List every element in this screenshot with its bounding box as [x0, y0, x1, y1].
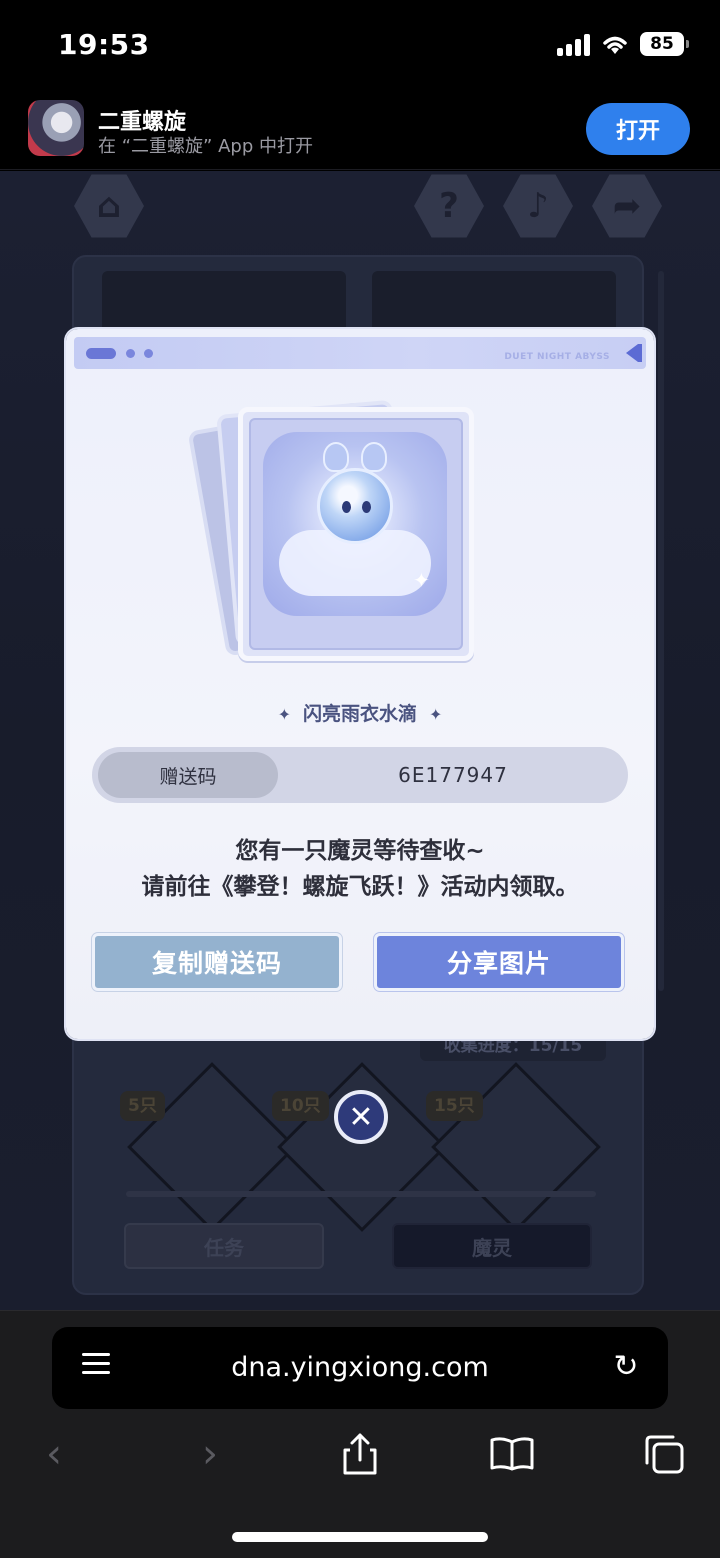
tab-tasks-label: 任务 [204, 1235, 244, 1260]
home-indicator [232, 1532, 488, 1542]
status-bar: 19:53 85 [0, 0, 720, 92]
copy-code-button[interactable]: 复制赠送码 [92, 933, 342, 991]
bow-right [361, 442, 387, 472]
home-icon[interactable]: ⌂ [74, 174, 144, 238]
status-time: 19:53 [58, 28, 150, 61]
modal-header: DUET NIGHT ABYSS [74, 337, 646, 369]
spirit-card: ✦ [238, 407, 474, 661]
reload-icon[interactable]: ↻ [610, 1351, 642, 1383]
star-icon: ✦ [277, 705, 291, 724]
water-drop-spirit [317, 468, 393, 544]
star-icon: ✦ [429, 705, 443, 724]
tabs-icon[interactable] [634, 1424, 694, 1484]
url-text[interactable]: dna.yingxiong.com [52, 1327, 668, 1409]
badge-tag: 15只 [426, 1091, 483, 1121]
music-icon[interactable]: ♪ [503, 174, 573, 238]
modal-message: 您有一只魔灵等待查收~ 请前往《攀登！螺旋飞跃！》活动内领取。 [66, 833, 654, 905]
spirit-eye [342, 501, 351, 513]
header-brand-text: DUET NIGHT ABYSS [504, 352, 610, 362]
message-line-1: 您有一只魔灵等待查收~ [235, 838, 485, 864]
item-name: 闪亮雨衣水滴 [302, 703, 417, 725]
scrollbar [658, 271, 664, 991]
chevron-right-icon[interactable]: › [180, 1424, 240, 1484]
gift-code-row: 赠送码 6E177947 [92, 747, 628, 803]
header-dot [144, 349, 153, 358]
header-pill [86, 348, 116, 359]
battery-icon: 85 [640, 32, 689, 56]
spirit-illustration: ✦ [263, 432, 447, 616]
share-icon[interactable]: ➦ [592, 174, 662, 238]
book-icon[interactable] [482, 1424, 542, 1484]
close-icon[interactable]: ✕ [334, 1090, 388, 1144]
tab-tasks[interactable]: 任务 [124, 1223, 324, 1269]
address-bar[interactable]: dna.yingxiong.com ↻ [52, 1327, 668, 1409]
spirit-eye [362, 501, 371, 513]
progress-track [126, 1191, 596, 1197]
chevron-left-icon[interactable]: ‹ [24, 1424, 84, 1484]
sparkle-icon: ✦ [413, 568, 430, 592]
item-name-row: ✦ 闪亮雨衣水滴 ✦ [66, 699, 654, 726]
gift-code-value[interactable]: 6E177947 [278, 747, 628, 803]
tab-spirits-label: 魔灵 [472, 1235, 512, 1260]
bow-left [323, 442, 349, 472]
app-subtitle: 在 “二重螺旋” App 中打开 [98, 136, 313, 157]
app-icon[interactable] [28, 100, 84, 156]
status-icons: 85 [557, 32, 689, 56]
page-menu-icon[interactable] [82, 1353, 110, 1383]
share-sheet-icon[interactable] [330, 1424, 390, 1484]
header-arrow-icon [626, 344, 638, 362]
gift-code-label: 赠送码 [98, 752, 278, 798]
share-image-button[interactable]: 分享图片 [374, 933, 624, 991]
wifi-icon [603, 36, 627, 54]
question-icon[interactable]: ? [414, 174, 484, 238]
tab-spirits[interactable]: 魔灵 [392, 1223, 592, 1269]
header-dot [126, 349, 135, 358]
app-banner: 二重螺旋 在 “二重螺旋” App 中打开 打开 [0, 92, 720, 170]
message-line-2: 请前往《攀登！螺旋飞跃！》活动内领取。 [141, 874, 579, 900]
badge-tag: 10只 [272, 1091, 329, 1121]
badge-tag: 5只 [120, 1091, 165, 1121]
cellular-signal-icon [557, 32, 590, 56]
header-bar [638, 344, 642, 362]
gift-code-modal: DUET NIGHT ABYSS ✦ ✦ 闪亮雨衣水滴 ✦ 赠送码 6E177947… [66, 329, 654, 1039]
open-app-button[interactable]: 打开 [586, 103, 690, 155]
